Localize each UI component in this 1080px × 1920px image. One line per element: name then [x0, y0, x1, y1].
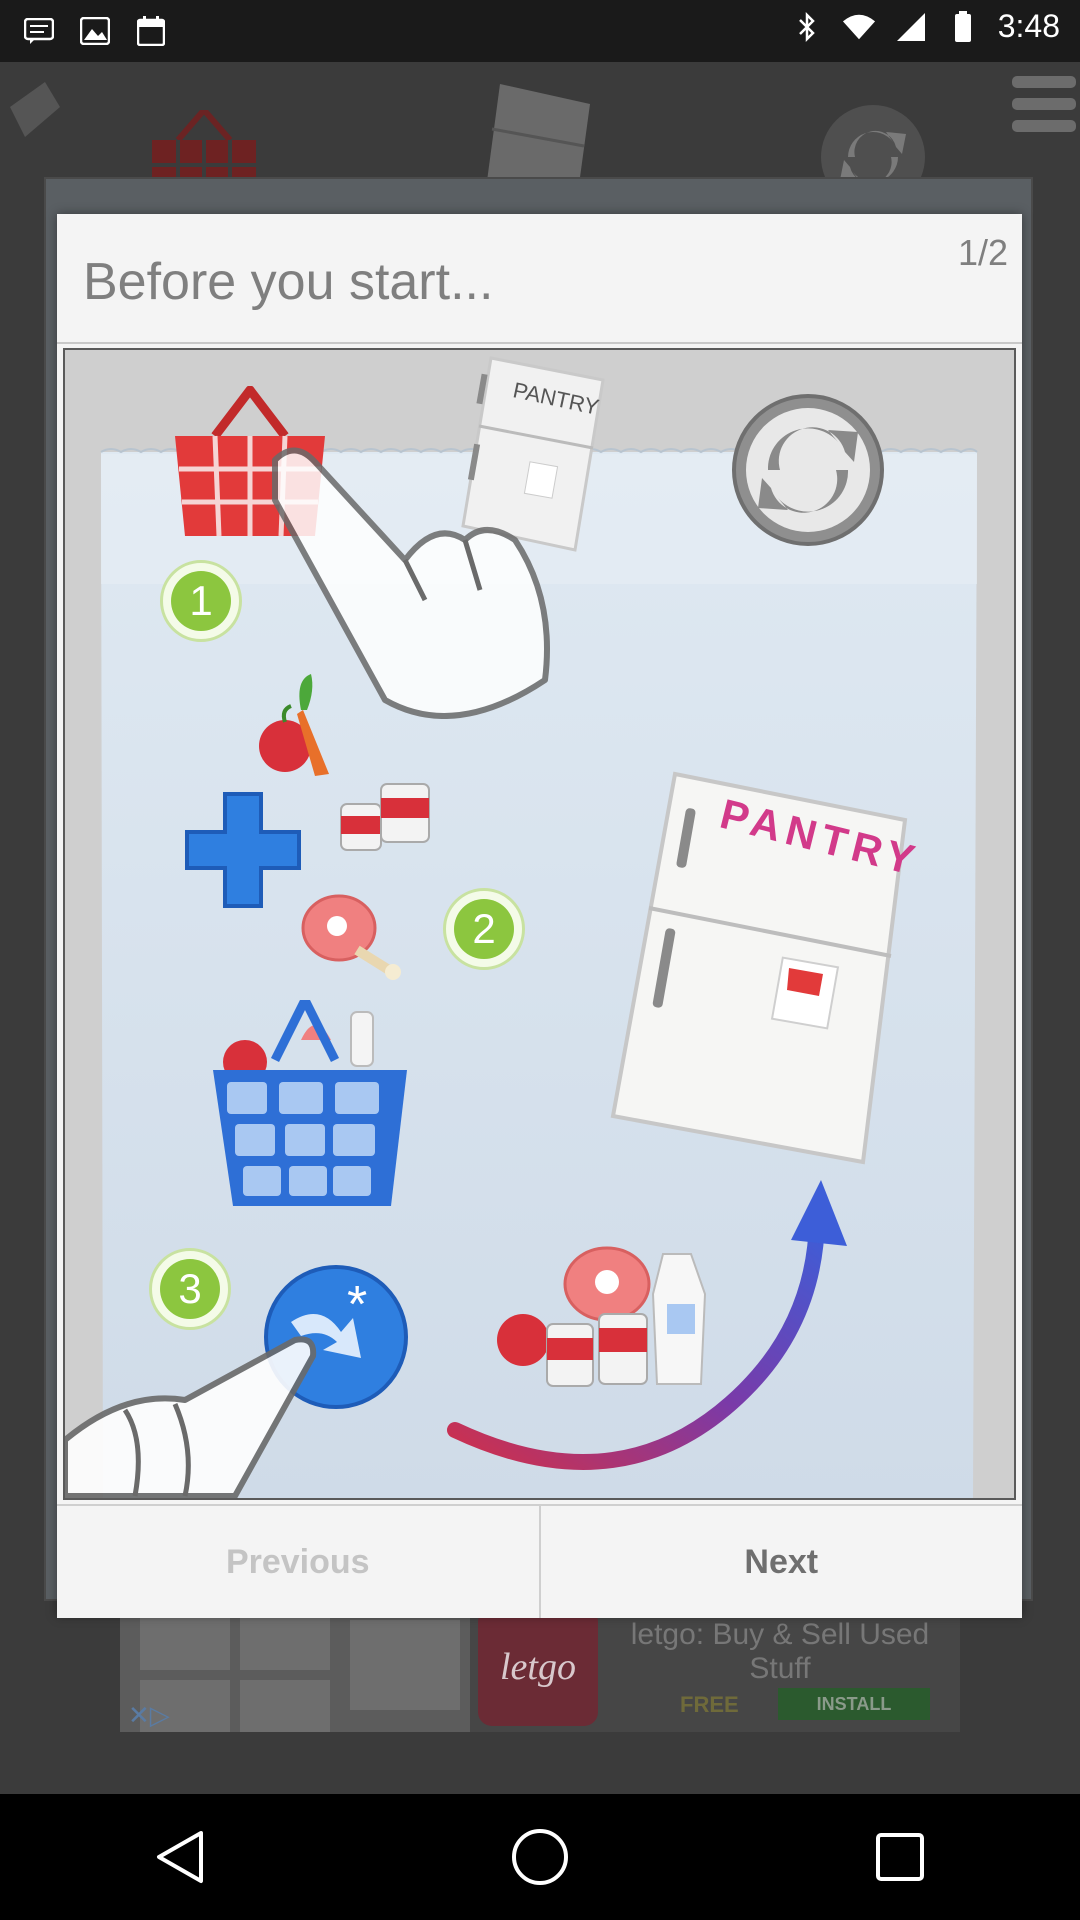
dialog-footer: Previous Next — [57, 1504, 1022, 1618]
next-button[interactable]: Next — [540, 1506, 1022, 1618]
pantry-fridge-icon: PANTRY — [610, 771, 925, 1165]
photo-icon — [78, 14, 112, 48]
home-icon[interactable] — [500, 1817, 580, 1897]
step-2-badge: 2 — [443, 888, 525, 970]
battery-icon — [946, 10, 980, 44]
soup-cans-icon — [340, 783, 430, 851]
tutorial-dialog: Before you start... 1/2 PANTRY 1 2 PANTR… — [57, 214, 1022, 1618]
curved-arrow-icon — [447, 1180, 847, 1470]
tutorial-illustration: PANTRY 1 2 PANTRY 3 * — [63, 348, 1016, 1500]
dialog-divider — [57, 342, 1022, 344]
plus-icon — [185, 792, 301, 908]
ad-close-icon[interactable]: ✕▷ — [128, 1700, 170, 1731]
recent-apps-icon[interactable] — [860, 1817, 940, 1897]
hand-tap-icon — [65, 1336, 317, 1498]
sync-icon — [732, 394, 884, 546]
ad-banner[interactable]: ✕▷ letgo letgo: Buy & Sell Used Stuff FR… — [120, 1600, 960, 1732]
menu-icon — [1012, 74, 1076, 139]
share-icon — [0, 72, 70, 152]
wifi-icon — [842, 10, 876, 44]
page-counter: 1/2 — [957, 232, 1008, 273]
ad-photo — [120, 1600, 470, 1732]
dialog-title: Before you start... — [83, 253, 494, 311]
ad-install-button[interactable]: INSTALL — [778, 1688, 930, 1720]
svg-text:*: * — [347, 1276, 367, 1334]
status-bar: 3:48 — [0, 0, 1080, 62]
status-time: 3:48 — [997, 8, 1060, 44]
signal-icon — [894, 10, 928, 44]
bluetooth-icon — [790, 10, 824, 44]
basket-blue-icon — [213, 1000, 407, 1206]
vegetables-icon — [259, 674, 329, 776]
back-icon[interactable] — [140, 1817, 220, 1897]
meat-icon — [301, 894, 401, 980]
message-icon — [22, 14, 56, 48]
navigation-bar — [0, 1794, 1080, 1920]
previous-button[interactable]: Previous — [57, 1506, 541, 1618]
step-1-badge: 1 — [160, 560, 242, 642]
ad-logo: letgo — [478, 1608, 598, 1726]
ad-title: letgo: Buy & Sell Used Stuff — [630, 1618, 930, 1685]
ad-free-label: FREE — [680, 1692, 739, 1717]
calendar-icon — [134, 14, 168, 48]
